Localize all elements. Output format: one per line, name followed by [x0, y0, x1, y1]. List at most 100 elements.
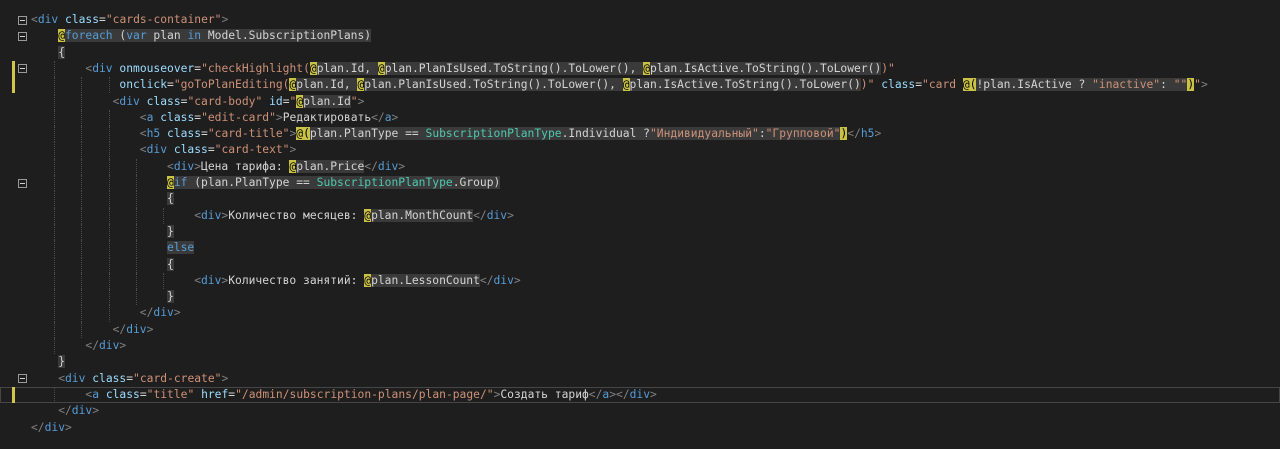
code-line[interactable]: onclick="goToPlanEditing(@plan.Id, @plan…: [0, 77, 1280, 94]
code-line[interactable]: }: [0, 354, 1280, 370]
code-line[interactable]: <div class="card-body" id="@plan.Id">: [0, 93, 1280, 110]
code-line[interactable]: @if (plan.PlanType == SubscriptionPlanTy…: [0, 175, 1280, 192]
change-indicator: [12, 386, 15, 404]
code-token: <: [194, 208, 201, 222]
code-line[interactable]: <div class="card-text">: [0, 142, 1280, 159]
collapse-icon[interactable]: [18, 178, 27, 188]
code-text: </div>: [85, 338, 126, 354]
code-line[interactable]: </div>: [0, 338, 1280, 355]
code-token: div: [44, 420, 66, 434]
indent-guide: [54, 272, 56, 290]
indent-guide: [54, 207, 56, 224]
code-token: </: [473, 208, 487, 222]
code-line[interactable]: else: [0, 240, 1280, 257]
code-line[interactable]: </div>: [0, 403, 1280, 419]
indent-guide: [54, 321, 56, 338]
code-token: {: [167, 257, 174, 271]
code-token: h5: [860, 127, 875, 141]
code-token: class: [167, 127, 202, 141]
code-token: @: [167, 176, 174, 189]
code-token: plan.Id,: [316, 61, 378, 75]
code-text: {: [167, 191, 174, 207]
code-line[interactable]: </div>: [0, 321, 1280, 338]
collapse-icon[interactable]: [18, 64, 27, 74]
code-token: div: [201, 208, 222, 222]
code-line[interactable]: <div class="card-create">: [0, 371, 1280, 387]
code-token: >: [119, 339, 127, 352]
code-line[interactable]: <div>Цена тарифа: @plan.Price</div>: [0, 158, 1280, 175]
indent-guide: [54, 305, 56, 322]
collapse-icon[interactable]: [18, 374, 27, 384]
indent-guide: [81, 93, 83, 110]
code-line[interactable]: {: [0, 45, 1280, 61]
code-token: >: [513, 273, 521, 287]
indent-guide: [81, 305, 83, 322]
code-token: if: [173, 176, 188, 189]
code-editor[interactable]: <div class="cards-container"> @foreach (v…: [0, 0, 1280, 449]
code-token: </: [479, 273, 494, 287]
code-line[interactable]: @foreach (var plan in Model.Subscription…: [0, 28, 1280, 44]
indent-guide: [81, 109, 83, 127]
indent-guide: [81, 223, 83, 241]
code-token: Количество занятий:: [228, 273, 365, 287]
code-token: div: [493, 273, 514, 287]
code-token: (plan.PlanType ==: [187, 176, 317, 189]
indent-guide: [108, 158, 110, 175]
code-token: @(: [962, 78, 977, 92]
code-token: <: [139, 110, 147, 124]
code-token: Model.SubscriptionPlans): [201, 29, 372, 43]
code-line[interactable]: {: [0, 191, 1280, 208]
code-line[interactable]: {: [0, 256, 1280, 273]
collapse-icon[interactable]: [18, 31, 27, 41]
code-token: >: [173, 306, 181, 320]
code-token: :: [1160, 78, 1174, 92]
code-token: </: [112, 322, 127, 336]
code-line[interactable]: <h5 class="card-title">@(plan.PlanType =…: [0, 126, 1280, 143]
code-line[interactable]: <div>Количество занятий: @plan.LessonCou…: [0, 272, 1280, 290]
code-token: Количество месяцев:: [228, 208, 365, 222]
collapse-icon[interactable]: [18, 15, 27, 25]
code-line[interactable]: <div onmouseover="checkHighlight(@plan.I…: [0, 60, 1280, 78]
code-line[interactable]: </div>: [0, 305, 1280, 322]
code-line[interactable]: <a class="edit-card">Редактировать</a>: [0, 109, 1280, 127]
code-token: <: [167, 159, 174, 173]
code-line[interactable]: }: [0, 223, 1280, 241]
code-token: @(: [296, 127, 310, 141]
code-line[interactable]: <div>Количество месяцев: @plan.MonthCoun…: [0, 207, 1280, 224]
indent-guide: [54, 240, 56, 257]
code-token: plan.Id,: [296, 78, 358, 92]
code-token: class: [160, 110, 195, 124]
code-token: Редактировать: [282, 110, 372, 124]
indent-guide: [108, 272, 110, 290]
code-line[interactable]: <div class="cards-container">: [0, 12, 1280, 28]
code-token: }: [58, 355, 65, 369]
code-token: =: [167, 78, 174, 92]
code-token: div: [119, 94, 140, 108]
code-text: @foreach (var plan in Model.Subscription…: [58, 28, 372, 44]
code-token: "inactive": [1092, 78, 1161, 92]
indent-guide: [108, 175, 110, 192]
code-token: plan.PlanIsUsed.ToString().ToLower(),: [384, 61, 644, 75]
code-token: plan.LessonCount: [371, 273, 480, 287]
code-token: foreach: [65, 29, 113, 43]
code-token: <: [194, 273, 201, 287]
code-token: </: [588, 387, 603, 401]
code-token: plan: [146, 29, 188, 43]
code-line[interactable]: }: [0, 289, 1280, 306]
code-text: <a class="title" href="/admin/subscripti…: [85, 387, 656, 403]
code-token: div: [99, 339, 120, 352]
code-text: <h5 class="card-title">@(plan.PlanType =…: [140, 126, 881, 142]
code-token: >: [146, 322, 154, 336]
code-token: "checkHighlight(: [201, 61, 310, 75]
code-token: )": [881, 61, 895, 75]
code-token: </: [31, 420, 45, 434]
code-token: }: [167, 224, 174, 238]
code-token: Цена тарифа:: [201, 159, 290, 173]
code-line[interactable]: </div>: [0, 420, 1280, 436]
indent-guide: [54, 60, 56, 78]
code-text: else: [167, 240, 195, 256]
code-line[interactable]: <a class="title" href="/admin/subscripti…: [0, 386, 1280, 404]
indent-guide: [108, 256, 110, 273]
code-token: >: [65, 420, 72, 434]
